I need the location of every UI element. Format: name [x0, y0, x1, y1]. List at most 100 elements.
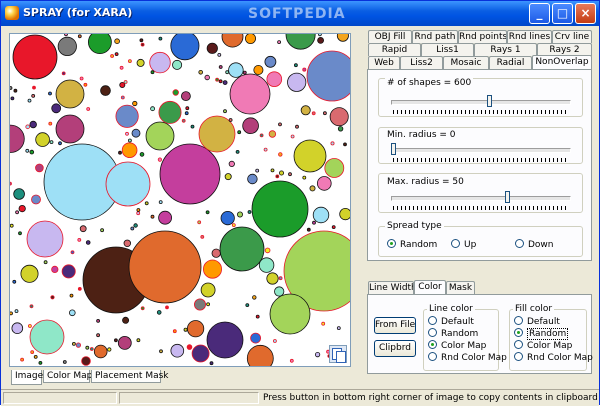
spray-circle [128, 59, 132, 64]
spray-circle [336, 326, 341, 331]
spray-circle [337, 126, 344, 132]
spray-circle [186, 344, 193, 350]
tab-web[interactable]: Web [368, 56, 400, 69]
line-color-random-option[interactable]: Random [428, 328, 478, 340]
spray-circle [172, 329, 177, 334]
tab-obj-fill[interactable]: OBJ Fill [368, 30, 412, 43]
fill-color-colormap-option[interactable]: Color Map [514, 340, 572, 352]
clipbrd-button[interactable]: Clipbrd [374, 340, 416, 357]
tab-line-width[interactable]: Line Width [368, 281, 414, 294]
spray-circle [15, 210, 19, 215]
line-color-group: Line color Default Random Color Map Rnd … [423, 304, 507, 371]
status-message: Press button in bottom right corner of i… [263, 393, 598, 403]
spray-circle [26, 220, 64, 258]
spray-circle [96, 318, 100, 323]
spray-circle [235, 150, 240, 154]
tab-mosaic[interactable]: Mosaic [443, 56, 489, 69]
spray-circle [237, 130, 242, 135]
spray-circle [10, 124, 25, 153]
tab-liss1[interactable]: Liss1 [421, 43, 474, 56]
spread-down-option[interactable]: Down [515, 239, 554, 251]
fill-color-rnd-colormap-option[interactable]: Rnd Color Map [514, 352, 593, 364]
line-color-rnd-colormap-option[interactable]: Rnd Color Map [428, 352, 507, 364]
spray-circle [139, 38, 144, 43]
radio-button[interactable] [514, 316, 523, 325]
spread-random-option[interactable]: Random [387, 239, 437, 251]
spray-circle [245, 303, 250, 308]
spray-circle [193, 298, 206, 311]
spray-circle [62, 360, 67, 364]
spray-circle [96, 333, 100, 338]
radio-button[interactable] [514, 340, 523, 349]
radio-button[interactable] [514, 328, 523, 337]
radio-button[interactable] [428, 328, 437, 337]
tab-crv-line[interactable]: Crv line [552, 30, 592, 43]
spray-circle [278, 122, 282, 127]
tab-rnd-points[interactable]: Rnd points [458, 30, 507, 43]
radio-button[interactable] [514, 352, 523, 361]
tab-liss2[interactable]: Liss2 [400, 56, 443, 69]
fill-color-default-option[interactable]: Default [514, 316, 560, 328]
spray-circle [322, 111, 327, 116]
spray-circle [122, 316, 130, 324]
spray-circle [278, 152, 283, 157]
spray-circle [55, 79, 85, 109]
spray-circle [206, 302, 211, 307]
tab-nonoverlap[interactable]: NonOverlap [532, 55, 592, 69]
tab-rnd-path[interactable]: Rnd path [412, 30, 458, 43]
spray-circle [330, 141, 335, 146]
tab-placement-mask[interactable]: Placement Mask [91, 370, 169, 383]
maximize-button[interactable]: □ [552, 3, 573, 24]
radio-button[interactable] [515, 239, 524, 248]
spray-circle [35, 132, 50, 147]
spray-circle [120, 95, 125, 100]
spray-circle [100, 85, 111, 96]
radio-button[interactable] [428, 352, 437, 361]
tab-mask[interactable]: Mask [446, 281, 475, 294]
spray-circle [329, 107, 349, 127]
tab-radial[interactable]: Radial [489, 56, 532, 69]
radio-button[interactable] [387, 239, 396, 248]
title-bar[interactable]: SPRAY (for XARA) SOFTPEDIA _ □ × [1, 1, 599, 26]
radio-button[interactable] [428, 340, 437, 349]
spray-circle [119, 65, 124, 70]
spray-circle [198, 69, 204, 75]
line-color-colormap-option[interactable]: Color Map [428, 340, 486, 352]
radio-button[interactable] [428, 316, 437, 325]
line-color-default-option[interactable]: Default [428, 316, 474, 328]
spray-circle [64, 34, 68, 37]
tab-image[interactable]: Image [11, 370, 43, 385]
tab-color[interactable]: Color [414, 280, 446, 294]
min-radius-slider[interactable] [391, 143, 571, 163]
radio-button[interactable] [451, 239, 460, 248]
tab-rnd-lines[interactable]: Rnd lines [507, 30, 552, 43]
spray-circle [114, 38, 120, 44]
spray-circle [224, 173, 232, 181]
copy-to-clipboard-button[interactable] [329, 345, 347, 363]
from-file-button[interactable]: From File [374, 317, 416, 334]
spray-circle [38, 360, 43, 365]
tab-rapid[interactable]: Rapid [368, 43, 421, 56]
status-cell [119, 392, 259, 404]
spray-circle [259, 133, 264, 138]
max-radius-label: Max. radius = 50 [385, 177, 466, 188]
spray-circle [12, 34, 58, 80]
spray-circle [324, 158, 345, 178]
spray-circle [149, 51, 171, 74]
shapes-slider[interactable] [391, 95, 571, 115]
spray-circle [219, 226, 265, 272]
max-radius-slider[interactable] [391, 191, 571, 211]
image-canvas[interactable] [9, 33, 351, 367]
spray-circle [200, 282, 216, 298]
tab-rays-1[interactable]: Rays 1 [474, 43, 537, 56]
spray-circle [181, 118, 186, 123]
minimize-button[interactable]: _ [529, 3, 550, 24]
close-button[interactable]: × [575, 3, 596, 24]
spray-circle [317, 37, 325, 44]
fill-color-random-option[interactable]: Random [514, 328, 569, 340]
spray-circle [107, 347, 112, 352]
spray-circle [11, 322, 24, 335]
spray-circle [225, 70, 230, 75]
spread-up-option[interactable]: Up [451, 239, 476, 251]
tab-color-map[interactable]: Color Map [43, 370, 92, 383]
